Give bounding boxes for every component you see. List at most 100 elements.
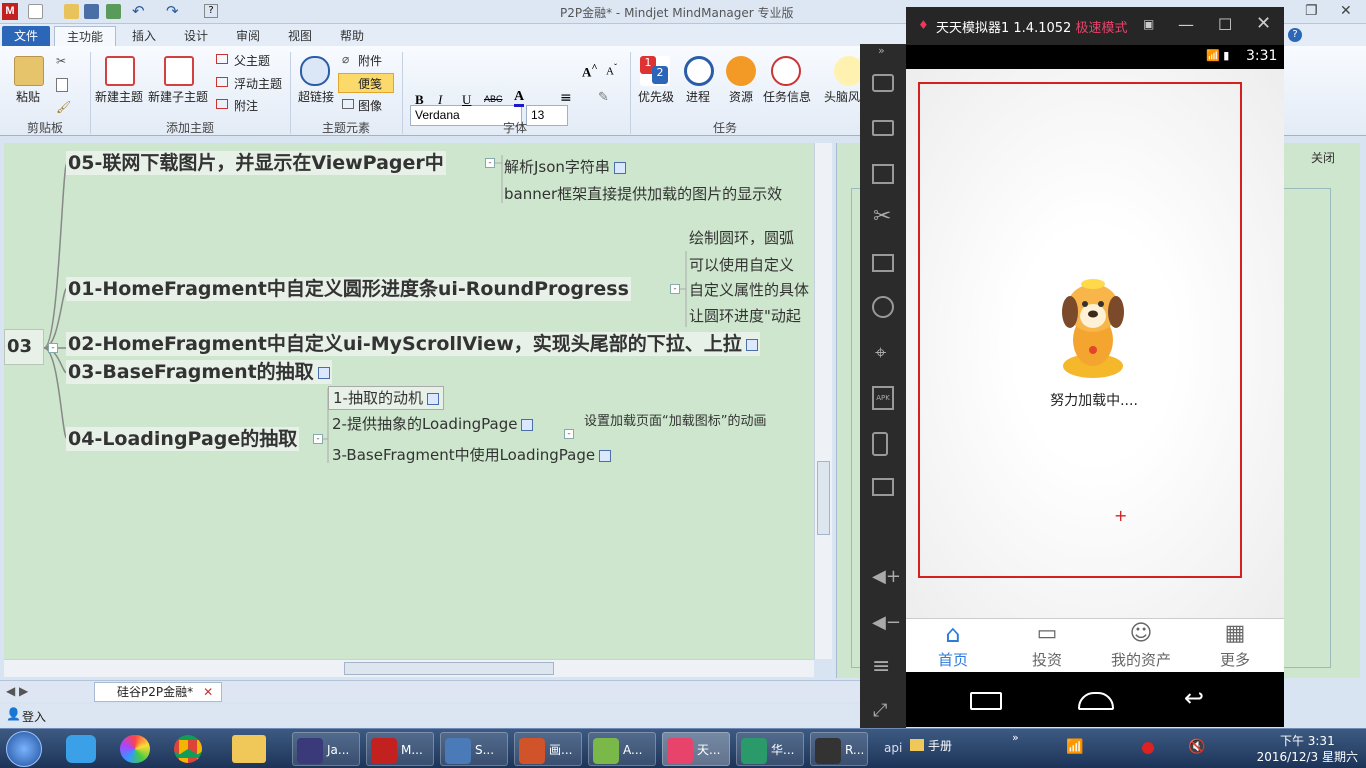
tray-expand-icon[interactable]: » [1012, 731, 1019, 744]
system-clock[interactable]: 下午 3:31 2016/12/3 星期六 [1257, 733, 1358, 765]
align-icon[interactable]: ≡ [560, 90, 572, 106]
home-button-icon[interactable] [1078, 692, 1114, 710]
progress-icon[interactable] [684, 56, 714, 86]
tab-home[interactable]: 主功能 [54, 26, 117, 46]
taskbar-app-emulator[interactable]: 天... [662, 732, 730, 766]
note-icon[interactable] [317, 366, 330, 379]
topic-05-sub-1[interactable]: 解析Json字符串 [504, 156, 626, 178]
topic-01-sub-2[interactable]: 可以使用自定义 [689, 254, 794, 276]
help-circle-icon[interactable]: ? [1288, 28, 1302, 42]
tab-insert[interactable]: 插入 [120, 26, 168, 46]
window-icon[interactable] [872, 164, 894, 184]
shrink-font-icon[interactable]: Aˇ [606, 62, 617, 78]
fullscreen-icon[interactable] [872, 74, 894, 92]
resource-icon[interactable] [726, 56, 756, 86]
topic-01-sub-3[interactable]: 自定义属性的具体 [689, 279, 809, 301]
note-icon[interactable] [613, 161, 626, 174]
brainstorm-button[interactable]: 头脑风 [824, 88, 860, 105]
login-link[interactable]: 登入 [22, 708, 46, 725]
expand-icon[interactable]: » [878, 44, 885, 57]
app-icon[interactable] [66, 735, 96, 763]
chrome-icon[interactable] [174, 735, 202, 763]
note-icon[interactable] [745, 338, 758, 351]
restore-icon[interactable]: ❐ [1305, 3, 1318, 19]
nav-home[interactable]: ⌂ 首页 [906, 619, 1000, 670]
scroll-thumb[interactable] [817, 461, 830, 535]
note-button[interactable]: 便笺 [358, 75, 382, 92]
hyperlink-icon[interactable] [300, 56, 330, 86]
volume-down-icon[interactable]: ◀− [872, 612, 901, 633]
callout-icon[interactable] [216, 99, 228, 109]
italic-button[interactable]: I [438, 92, 442, 108]
emulator-menu-icon[interactable]: ▣ [1143, 17, 1154, 31]
floating-topic-icon[interactable] [216, 77, 228, 87]
new-topic-icon[interactable] [105, 56, 135, 86]
new-doc-icon[interactable] [28, 4, 43, 19]
menu-icon[interactable]: ≡ [872, 654, 890, 679]
maximize-icon[interactable]: ☐ [1218, 15, 1232, 34]
subtopic-abstract-loadingpage[interactable]: 2-提供抽象的LoadingPage [332, 413, 534, 435]
note-icon[interactable] [426, 392, 439, 405]
minimize-icon[interactable]: — [1178, 15, 1194, 34]
taskbar-app-mindjet[interactable]: M... [366, 732, 434, 766]
network-icon[interactable]: 📶 [1066, 739, 1083, 755]
redo-icon[interactable]: ↷ [166, 2, 179, 20]
topic-01-sub-1[interactable]: 绘制圆环，圆弧 [689, 227, 794, 249]
close-pane-button[interactable]: 关闭 [1311, 149, 1335, 166]
collapse-toggle[interactable]: - [48, 343, 58, 353]
location-icon[interactable]: ⌖ [875, 340, 886, 364]
priority-button[interactable]: 优先级 [638, 88, 674, 105]
taskbar-app-java[interactable]: Ja... [292, 732, 360, 766]
format-painter-icon[interactable]: 🖌 [56, 100, 71, 114]
subtopic-animation-note[interactable]: 设置加载页面“加载图标”的动画 [584, 411, 766, 433]
parent-topic-button[interactable]: 父主题 [234, 52, 270, 69]
start-button[interactable] [6, 731, 42, 767]
grow-font-icon[interactable]: A^ [582, 62, 598, 80]
new-topic-button[interactable]: 新建主题 [95, 88, 143, 105]
attachment-icon[interactable]: ⌀ [342, 52, 349, 66]
save-icon[interactable] [84, 4, 99, 19]
collapse-toggle[interactable]: - [313, 434, 323, 444]
scissors-icon[interactable]: ✂ [873, 204, 891, 229]
new-subtopic-button[interactable]: 新建子主题 [148, 88, 208, 105]
taskbar-app-r[interactable]: R... [810, 732, 868, 766]
progress-button[interactable]: 进程 [686, 88, 710, 105]
priority-icon[interactable]: 12 [640, 56, 670, 86]
mindmap-canvas[interactable]: 05-联网下载图片，并显示在ViewPager中 - 解析Json字符串 ban… [4, 143, 814, 659]
open-folder-icon[interactable] [64, 4, 79, 19]
clear-format-icon[interactable]: ✎ [598, 90, 609, 105]
font-color-icon[interactable]: A [514, 90, 525, 107]
central-topic[interactable]: 03 [4, 329, 44, 365]
paste-label[interactable]: 粘贴 [16, 88, 40, 105]
tab-review[interactable]: 审阅 [224, 26, 272, 46]
back-icon[interactable]: ↩ [1184, 684, 1204, 712]
topic-01[interactable]: 01-HomeFragment中自定义圆形进度条ui-RoundProgress [66, 277, 631, 301]
inbox-icon[interactable] [872, 254, 894, 272]
vertical-scrollbar[interactable] [814, 143, 832, 659]
nav-arrows-icon[interactable]: ◀ ▶ [6, 684, 28, 698]
image-button[interactable]: 图像 [358, 97, 382, 114]
collapse-toggle[interactable]: - [564, 429, 574, 439]
strikethrough-button[interactable]: ABC [484, 94, 503, 104]
sync-icon[interactable] [106, 4, 121, 19]
collapse-toggle[interactable]: - [485, 158, 495, 168]
subtopic-motivation[interactable]: 1-抽取的动机 [328, 386, 444, 410]
rotate-icon[interactable] [872, 432, 888, 456]
volume-up-icon[interactable]: ◀+ [872, 566, 901, 587]
close-icon[interactable]: ✕ [1340, 3, 1352, 19]
floating-topic-button[interactable]: 浮动主题 [234, 75, 282, 92]
document-tab[interactable]: 硅谷P2P金融* ✕ [94, 682, 223, 702]
volume-icon[interactable]: 🔇 [1188, 739, 1205, 755]
hyperlink-button[interactable]: 超链接 [298, 88, 334, 105]
tab-design[interactable]: 设计 [172, 26, 220, 46]
scroll-thumb[interactable] [344, 662, 554, 675]
attachment-button[interactable]: 附件 [358, 52, 382, 69]
note-icon[interactable] [521, 418, 534, 431]
help-icon[interactable]: ? [204, 4, 218, 18]
taskbar-app-s[interactable]: S... [440, 732, 508, 766]
topic-03[interactable]: 03-BaseFragment的抽取 [66, 360, 332, 384]
close-tab-icon[interactable]: ✕ [203, 685, 213, 699]
topic-05[interactable]: 05-联网下载图片，并显示在ViewPager中 [66, 151, 446, 175]
record-icon[interactable] [1142, 742, 1154, 754]
tab-help[interactable]: 帮助 [328, 26, 376, 46]
